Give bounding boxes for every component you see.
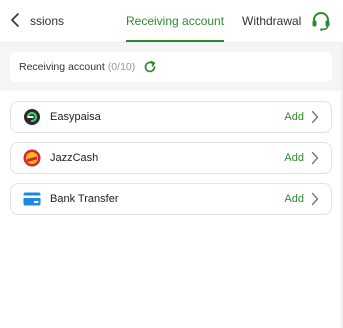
back-button[interactable] — [6, 10, 24, 30]
refresh-button[interactable] — [143, 60, 157, 74]
tab-label: ing missions — [30, 14, 65, 28]
tabs-scroll[interactable]: ing missions Receiving account Withdrawa… — [30, 0, 304, 42]
chevron-left-icon — [11, 13, 19, 27]
method-row-jazzcash[interactable]: JazzCash Add — [10, 142, 332, 174]
chevron-right-icon — [310, 110, 322, 124]
method-name: Easypaisa — [50, 111, 101, 123]
tab-label: Receiving account — [126, 14, 225, 28]
tab-bar: ing missions Receiving account Withdrawa… — [0, 0, 343, 43]
add-button[interactable]: Add — [284, 193, 304, 205]
easypaisa-icon — [23, 108, 41, 126]
refresh-icon — [144, 60, 156, 73]
account-count: (0/10) — [107, 61, 136, 73]
active-tab-indicator — [126, 40, 225, 42]
method-name: Bank Transfer — [50, 193, 119, 205]
tab-label: Withdrawal I — [242, 14, 304, 28]
receiving-account-page: ing missions Receiving account Withdrawa… — [0, 0, 343, 328]
customer-support-button[interactable] — [310, 10, 332, 32]
method-row-easypaisa[interactable]: Easypaisa Add — [10, 101, 332, 133]
section-title: Receiving account — [19, 61, 105, 73]
add-button[interactable]: Add — [284, 111, 304, 123]
method-row-bank-transfer[interactable]: Bank Transfer Add — [10, 183, 332, 215]
chevron-right-icon — [310, 151, 322, 165]
add-button[interactable]: Add — [284, 152, 304, 164]
chevron-right-icon — [310, 192, 322, 206]
tab-withdrawal[interactable]: Withdrawal I — [242, 0, 304, 42]
jazzcash-icon — [23, 149, 41, 167]
tab-missions[interactable]: ing missions — [30, 0, 64, 42]
method-name: JazzCash — [50, 152, 99, 164]
headset-icon — [312, 12, 330, 31]
section-header: Receiving account (0/10) — [10, 52, 332, 82]
bank-card-icon — [23, 190, 41, 208]
tab-receiving-account[interactable]: Receiving account — [126, 0, 225, 42]
